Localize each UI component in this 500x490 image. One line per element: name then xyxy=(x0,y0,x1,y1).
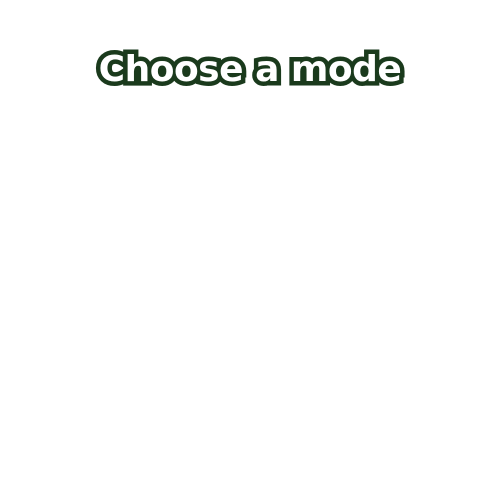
mode-select-screen: Choose a mode xyxy=(0,0,500,490)
screen-title: Choose a mode xyxy=(94,45,406,95)
